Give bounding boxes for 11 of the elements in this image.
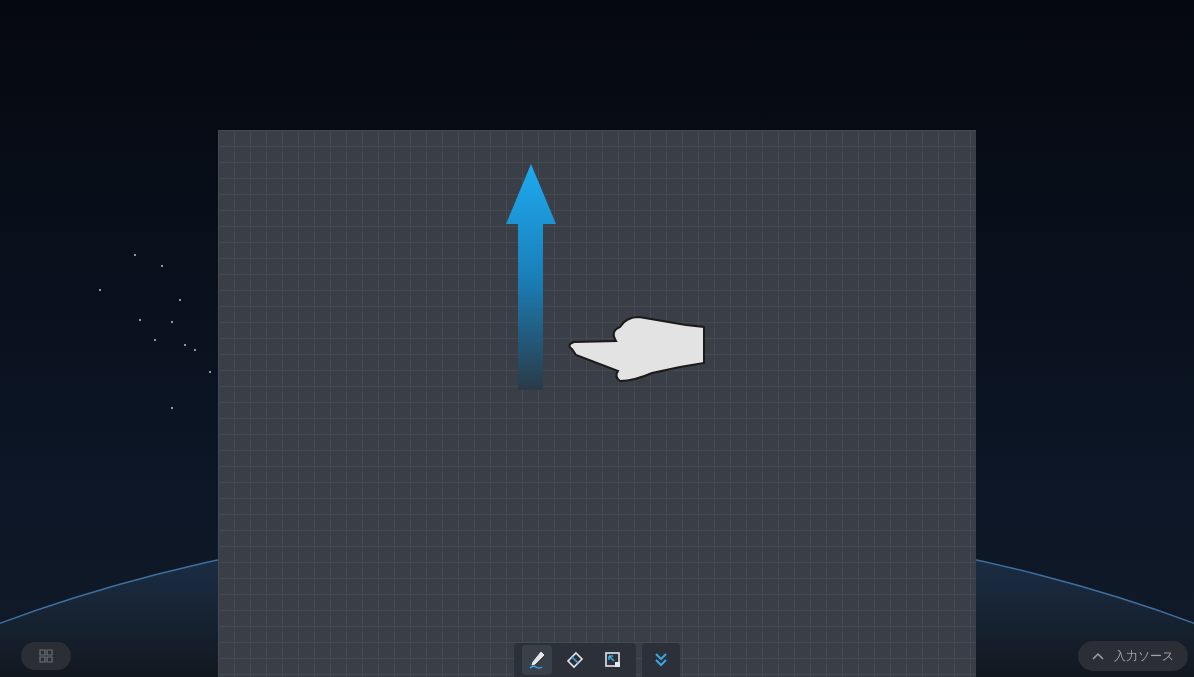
- windows-icon: [39, 649, 53, 663]
- double-chevron-down-icon: [653, 652, 669, 668]
- input-source-label: 入力ソース: [1114, 648, 1174, 665]
- pen-icon: [527, 650, 547, 670]
- tool-button[interactable]: [522, 645, 552, 675]
- collapse-toolbar-button[interactable]: [642, 643, 680, 677]
- chevron-up-icon: [1092, 652, 1104, 660]
- up-arrow-icon: [505, 164, 556, 390]
- eraser-icon: [565, 650, 585, 670]
- input-source-button[interactable]: 入力ソース: [1078, 641, 1188, 671]
- select-area-icon: [603, 650, 623, 670]
